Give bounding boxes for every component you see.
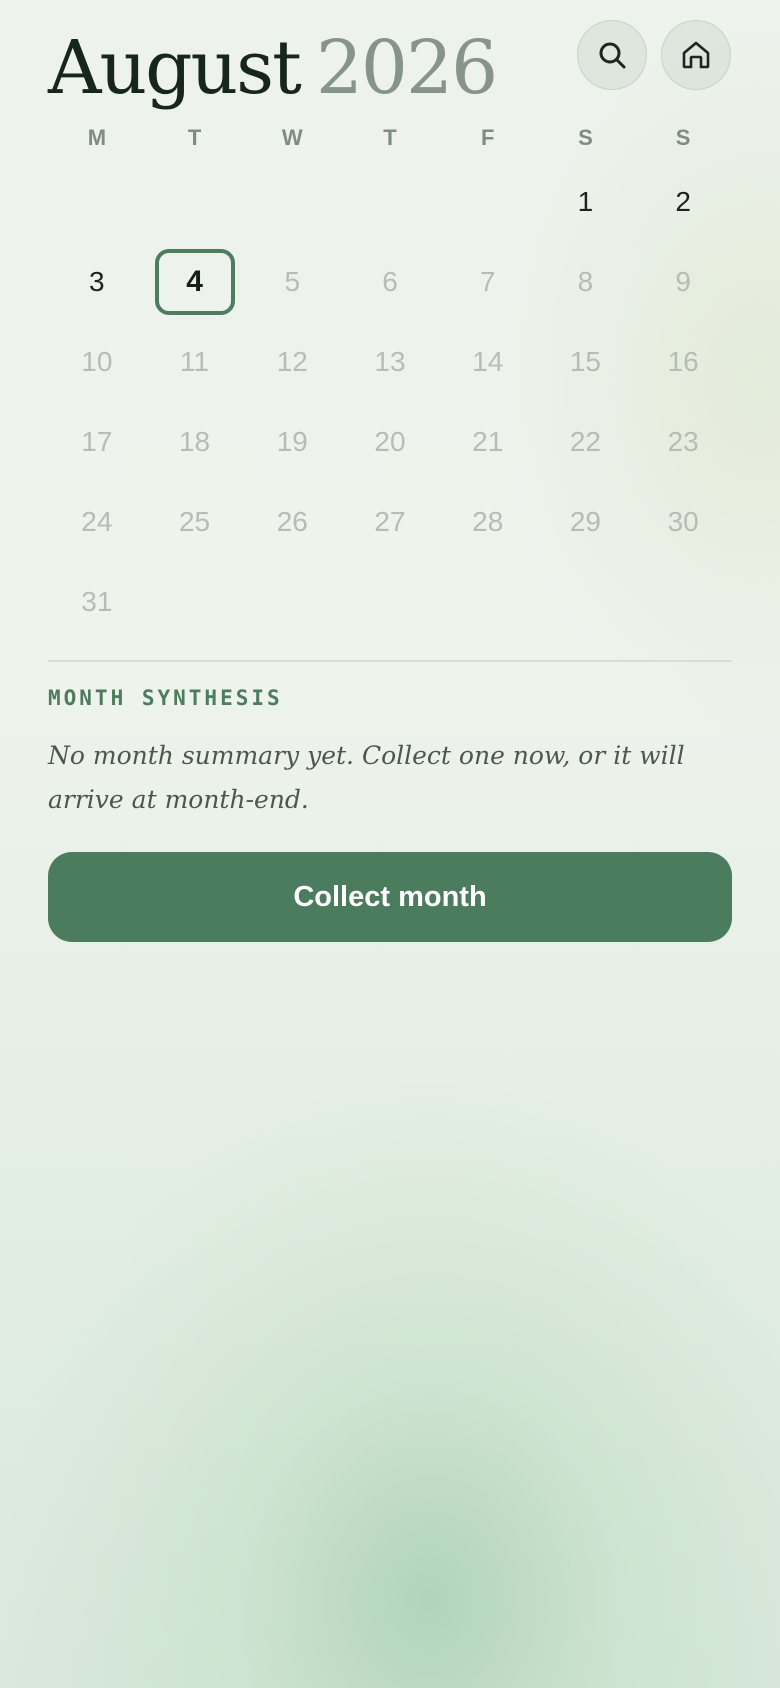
calendar-day[interactable]: 25: [146, 482, 244, 562]
calendar-day-number: 14: [472, 346, 504, 377]
weekday-friday: F: [480, 125, 495, 150]
weekday-saturday: S: [578, 125, 593, 150]
calendar-header: August 2026: [48, 18, 732, 118]
weekday-sunday: S: [675, 125, 691, 150]
calendar-day-number: 29: [569, 506, 601, 537]
calendar-day[interactable]: 17: [48, 402, 146, 482]
calendar-day[interactable]: 5: [243, 242, 341, 322]
calendar-day-number: 25: [178, 506, 211, 537]
calendar-day-number: 28: [472, 506, 504, 537]
calendar-day-number: 30: [667, 506, 699, 537]
calendar-day[interactable]: 24: [48, 482, 146, 562]
calendar-day-number: 10: [81, 346, 113, 377]
calendar-day-number: 2: [675, 186, 691, 217]
section-divider: [48, 660, 732, 662]
calendar-day[interactable]: 19: [243, 402, 341, 482]
calendar-day-number: 5: [284, 266, 301, 297]
calendar-day-number: 31: [81, 586, 113, 617]
calendar-day[interactable]: 27: [341, 482, 439, 562]
calendar-empty-cell: [48, 162, 146, 242]
collect-month-button[interactable]: Collect month: [48, 852, 732, 942]
year-label: 2026: [315, 25, 498, 111]
calendar-day-number: 18: [178, 426, 211, 457]
calendar-empty-cell: [243, 162, 341, 242]
calendar-empty-cell: [439, 162, 537, 242]
calendar-day[interactable]: 14: [439, 322, 537, 402]
calendar-day-number: 23: [667, 426, 699, 457]
calendar-day[interactable]: 9: [634, 242, 732, 322]
home-icon: [682, 41, 710, 69]
weekday-thursday: T: [383, 125, 397, 150]
calendar-day-number: 7: [479, 266, 496, 297]
month-synthesis-heading: MONTH SYNTHESIS: [48, 686, 283, 710]
calendar-day[interactable]: 7: [439, 242, 537, 322]
calendar-day[interactable]: 28: [439, 482, 537, 562]
page-title: August 2026: [48, 18, 498, 118]
calendar-day[interactable]: 15: [537, 322, 635, 402]
month-synthesis-message: No month summary yet. Collect one now, o…: [48, 741, 685, 814]
calendar-day[interactable]: 30: [634, 482, 732, 562]
weekday-header-row: M T W T F S S: [48, 120, 732, 156]
month-name: August: [48, 25, 302, 111]
calendar-day[interactable]: 12: [243, 322, 341, 402]
calendar-day[interactable]: 1: [537, 162, 635, 242]
calendar-day-number: 19: [276, 426, 308, 457]
calendar-day-number: 6: [382, 266, 398, 297]
calendar-day[interactable]: 8: [537, 242, 635, 322]
calendar-day[interactable]: 11: [146, 322, 244, 402]
calendar-day[interactable]: 29: [537, 482, 635, 562]
calendar-day-number: 26: [276, 506, 308, 537]
calendar-day[interactable]: 31: [48, 562, 146, 642]
calendar-day-number: 1: [577, 186, 594, 217]
calendar-day-today[interactable]: 4: [146, 242, 244, 322]
calendar-day-number: 17: [81, 426, 113, 457]
home-button[interactable]: [661, 20, 731, 90]
calendar-day-number: 20: [374, 426, 406, 457]
calendar-day[interactable]: 13: [341, 322, 439, 402]
calendar-day[interactable]: 20: [341, 402, 439, 482]
calendar-empty-cell: [146, 162, 244, 242]
calendar-day-number: 24: [81, 506, 113, 537]
calendar-day[interactable]: 23: [634, 402, 732, 482]
calendar-day-number: 9: [675, 266, 691, 297]
calendar-day[interactable]: 26: [243, 482, 341, 562]
calendar-day-number: 21: [472, 426, 504, 457]
calendar-day[interactable]: 16: [634, 322, 732, 402]
calendar-day[interactable]: 6: [341, 242, 439, 322]
calendar-day-number: 16: [667, 346, 699, 377]
calendar-day[interactable]: 10: [48, 322, 146, 402]
calendar-day-grid: 1 2 3 4 5 6 7 8 9 10 11 12 13 14 15 16 17 18 19 20 21 22 23 24 2…: [48, 162, 732, 642]
weekday-tuesday: T: [187, 125, 202, 150]
calendar-day-number: 12: [276, 346, 308, 377]
calendar-day-number: 4: [154, 249, 235, 315]
calendar-day-number: 27: [374, 506, 406, 537]
calendar-day-number: 8: [577, 266, 594, 297]
search-icon: [599, 42, 626, 69]
calendar-day[interactable]: 3: [48, 242, 146, 322]
weekday-wednesday: W: [281, 125, 303, 150]
calendar-day-number: 11: [180, 346, 210, 377]
calendar-day-number: 3: [89, 266, 105, 297]
calendar-day-number: 13: [374, 346, 406, 377]
calendar-day[interactable]: 21: [439, 402, 537, 482]
calendar-day[interactable]: 2: [634, 162, 732, 242]
calendar-day-number: 22: [569, 426, 601, 457]
calendar-day-number: 15: [569, 346, 601, 377]
weekday-monday: M: [87, 125, 107, 150]
calendar-day[interactable]: 18: [146, 402, 244, 482]
calendar-empty-cell: [341, 162, 439, 242]
search-button[interactable]: [577, 20, 647, 90]
calendar-day[interactable]: 22: [537, 402, 635, 482]
